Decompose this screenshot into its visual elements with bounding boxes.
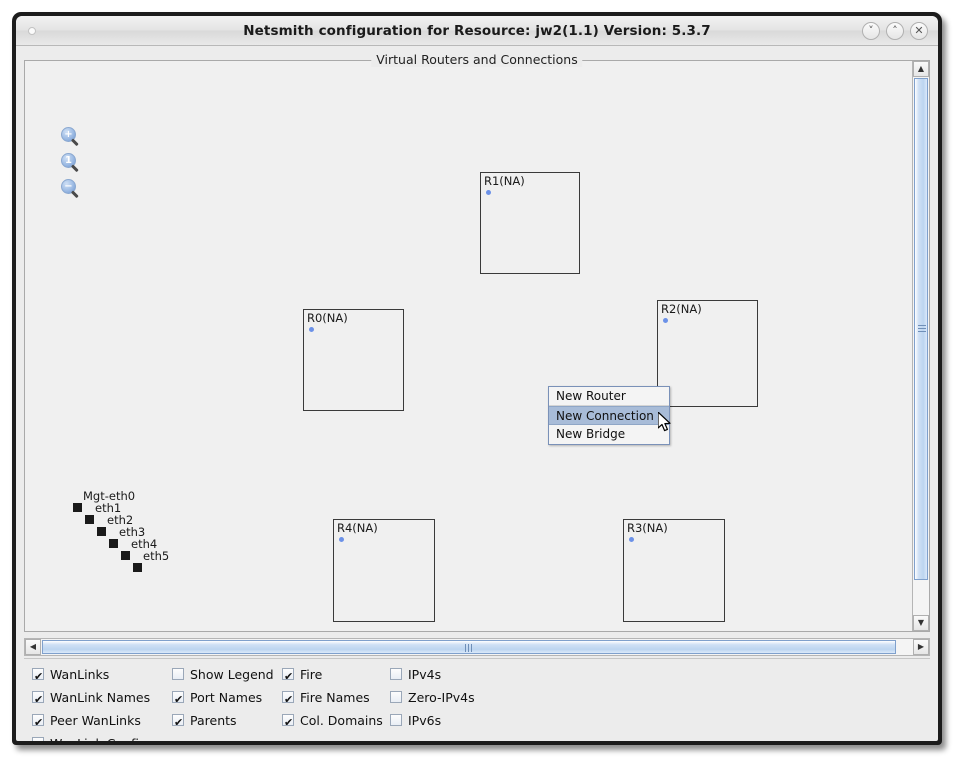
vertical-scrollbar[interactable]: ▲ ▼: [912, 61, 929, 631]
port-square-icon[interactable]: [109, 539, 118, 548]
checkbox-label: Show Legend: [190, 667, 274, 682]
router-node[interactable]: R0(NA): [303, 309, 404, 411]
checkbox-unchecked-icon[interactable]: [390, 691, 402, 703]
checkbox-checked-icon[interactable]: [282, 665, 294, 688]
checkbox-checked-icon[interactable]: [282, 688, 294, 711]
checkbox-unchecked-icon[interactable]: [390, 668, 402, 680]
context-menu-item[interactable]: New Bridge: [549, 425, 669, 444]
checkbox-checked-icon[interactable]: [172, 688, 184, 711]
checkbox-checked-icon[interactable]: [32, 711, 44, 734]
bottom-panel: WanLinks Show Legend Fire IPv4s WanLink Name…: [24, 658, 930, 741]
port-square-icon[interactable]: [97, 527, 106, 536]
context-menu[interactable]: New Router New Connection New Bridge: [548, 386, 670, 445]
netsmith-canvas[interactable]: Mgt-eth0 eth1 eth2 eth3 eth4 eth5 R1(NA) R0(NA…: [25, 61, 913, 631]
router-port-dot-icon[interactable]: [663, 318, 668, 323]
router-label: R0(NA): [307, 311, 348, 325]
port-square-icon[interactable]: [85, 515, 94, 524]
router-node[interactable]: R1(NA): [480, 172, 580, 274]
router-port-dot-icon[interactable]: [339, 537, 344, 542]
checkbox-label: WanLink Config: [50, 732, 147, 741]
checkbox-label: Zero-IPv4s: [408, 690, 475, 705]
mgt-port-stack[interactable]: Mgt-eth0 eth1 eth2 eth3 eth4 eth5: [73, 489, 203, 584]
scroll-up-arrow-icon[interactable]: ▲: [913, 61, 929, 77]
checkbox-label: Port Names: [190, 690, 263, 705]
checkbox-checked-icon[interactable]: [32, 665, 44, 688]
router-label: R4(NA): [337, 521, 378, 535]
checkbox-label: IPv4s: [408, 667, 442, 682]
minimize-button[interactable]: ˅: [862, 22, 880, 40]
title-bar: Netsmith configuration for Resource: jw2…: [16, 16, 938, 46]
port-square-icon[interactable]: [133, 563, 142, 572]
vertical-scroll-thumb[interactable]: [914, 78, 928, 580]
checkbox-label: Fire: [300, 667, 323, 682]
checkbox-checked-icon[interactable]: [172, 711, 184, 734]
checkbox-label: Parents: [190, 713, 237, 728]
context-menu-item[interactable]: New Connection: [549, 406, 669, 425]
router-node[interactable]: R4(NA): [333, 519, 435, 622]
checkbox-unchecked-icon[interactable]: [172, 668, 184, 680]
port-square-icon[interactable]: [73, 503, 82, 512]
zoom-reset-icon[interactable]: 1: [61, 153, 81, 173]
checkbox-label: IPv6s: [408, 713, 442, 728]
router-port-dot-icon[interactable]: [486, 190, 491, 195]
checkbox-label: WanLink Names: [50, 690, 151, 705]
mouse-cursor: [658, 412, 671, 432]
checkbox-checked-icon[interactable]: [32, 688, 44, 711]
scroll-right-arrow-icon[interactable]: ▶: [913, 639, 929, 655]
application-window: Netsmith configuration for Resource: jw2…: [12, 12, 942, 745]
checkbox-label: WanLinks: [50, 667, 110, 682]
window-inner: Netsmith configuration for Resource: jw2…: [16, 16, 938, 741]
router-node[interactable]: R2(NA): [657, 300, 758, 407]
lens-handle: [70, 190, 79, 199]
router-label: R1(NA): [484, 174, 525, 188]
port-label: eth5: [143, 549, 170, 563]
checkbox-checked-icon[interactable]: [282, 711, 294, 734]
horizontal-scroll-thumb[interactable]: [42, 640, 896, 654]
lens-handle: [70, 164, 79, 173]
router-label: R2(NA): [661, 302, 702, 316]
checkbox-unchecked-icon[interactable]: [390, 714, 402, 726]
checkbox-label: Peer WanLinks: [50, 713, 141, 728]
router-port-dot-icon[interactable]: [629, 537, 634, 542]
router-label: R3(NA): [627, 521, 668, 535]
zoom-out-icon[interactable]: −: [61, 179, 81, 199]
scroll-grip-icon: [918, 325, 926, 333]
scroll-grip-icon: [465, 644, 473, 652]
virtual-routers-groupbox: Virtual Routers and Connections Mgt-eth0…: [24, 52, 930, 632]
scroll-left-arrow-icon[interactable]: ◀: [25, 639, 41, 655]
router-node[interactable]: R3(NA): [623, 519, 725, 622]
window-title: Netsmith configuration for Resource: jw2…: [243, 23, 711, 39]
groupbox-legend: Virtual Routers and Connections: [371, 52, 583, 67]
checkbox-label: Fire Names: [300, 690, 370, 705]
close-window-button[interactable]: ✕: [910, 22, 928, 40]
context-menu-item[interactable]: New Router: [549, 387, 669, 406]
zoom-in-icon[interactable]: +: [61, 127, 81, 147]
router-port-dot-icon[interactable]: [309, 327, 314, 332]
checkbox-checked-icon[interactable]: [32, 734, 44, 741]
checkbox-label: Col. Domains: [300, 713, 383, 728]
lens-handle: [70, 138, 79, 147]
horizontal-scrollbar[interactable]: ◀ ▶: [24, 638, 930, 656]
maximize-button[interactable]: ˄: [886, 22, 904, 40]
port-square-icon[interactable]: [121, 551, 130, 560]
scroll-down-arrow-icon[interactable]: ▼: [913, 615, 929, 631]
